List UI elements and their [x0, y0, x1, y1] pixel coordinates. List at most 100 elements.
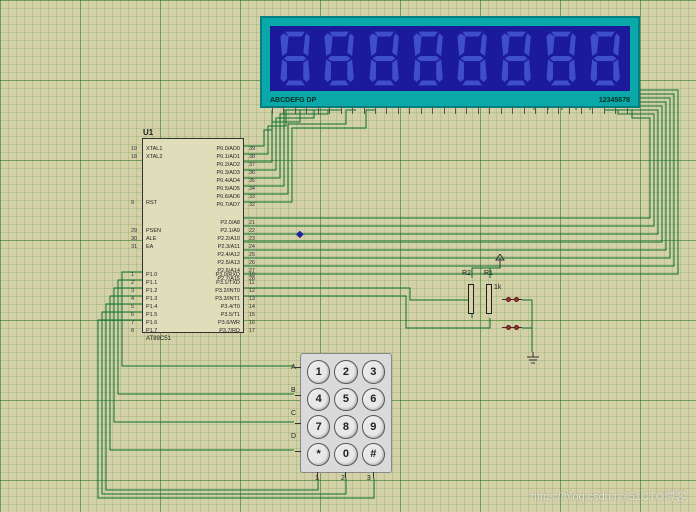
chip-pin-label: P0.5/AD5 — [216, 185, 240, 193]
chip-pin-label: P1.1 — [146, 279, 157, 287]
resistor-r2 — [468, 284, 474, 314]
keypad-key-7[interactable]: 7 — [307, 415, 330, 439]
chip-pin-label: P1.7 — [146, 327, 157, 335]
chip-pin-label: 32 — [249, 201, 255, 209]
chip-pin-label: P0.6/AD6 — [216, 193, 240, 201]
chip-pin-label: 17 — [249, 327, 255, 335]
chip-pin-label: P1.0 — [146, 271, 157, 279]
chip-pin-label: 3 — [131, 287, 134, 295]
seven-seg-digit — [542, 30, 580, 87]
chip-pin-label: 33 — [249, 193, 255, 201]
chip-pin-label: P3.1/TXD — [215, 279, 240, 287]
pullup-network: R2 R1 1k — [462, 278, 532, 368]
seven-seg-digit — [497, 30, 535, 87]
vcc-symbol — [494, 254, 506, 268]
chip-pin-label: 24 — [249, 243, 255, 251]
chip-pin-label: P3.7/RD — [215, 327, 240, 335]
chip-pin-label: 5 — [131, 303, 134, 311]
seven-seg-digit — [409, 30, 447, 87]
chip-pin-label: P3.0/RXD — [215, 271, 240, 279]
chip-pin-label: P0.0/AD0 — [216, 145, 240, 153]
chip-pin-label: 22 — [249, 227, 255, 235]
keypad-key-0[interactable]: 0 — [334, 443, 357, 467]
seven-seg-digit — [276, 30, 314, 87]
chip-pin-label: 29 — [131, 227, 137, 235]
chip-model: AT89C51 — [146, 336, 171, 342]
chip-pin-label: P3.2/INT0 — [215, 287, 240, 295]
seven-seg-digit — [320, 30, 358, 87]
chip-pin-label: 16 — [249, 319, 255, 327]
chip-pin-label: 21 — [249, 219, 255, 227]
chip-pin-label: P2.0/A8 — [217, 219, 240, 227]
keypad-key-1[interactable]: 1 — [307, 360, 330, 384]
chip-pin-label: 31 — [131, 243, 137, 251]
chip-pin-label: 1 — [131, 271, 134, 279]
chip-pin-label: 4 — [131, 295, 134, 303]
keypad-key-9[interactable]: 9 — [362, 415, 385, 439]
chip-pin-label: 39 — [249, 145, 255, 153]
pushbutton-2[interactable] — [502, 324, 522, 332]
chip-pin-label: P1.4 — [146, 303, 157, 311]
keypad-key-8[interactable]: 8 — [334, 415, 357, 439]
matrix-keypad: 123456789*0# ABCD 123 — [300, 353, 392, 473]
chip-pin-label: 8 — [131, 327, 134, 335]
pushbutton-1[interactable] — [502, 296, 522, 304]
keypad-key-#[interactable]: # — [362, 443, 385, 467]
chip-pin-label: XTAL2 — [146, 153, 162, 161]
chip-pin-label: 13 — [249, 295, 255, 303]
keypad-key-4[interactable]: 4 — [307, 388, 330, 412]
chip-pin-label: 30 — [131, 235, 137, 243]
chip-pin-label: P3.6/WR — [215, 319, 240, 327]
display-seg-labels: ABCDEFG DP — [270, 97, 316, 104]
seven-seg-digit — [586, 30, 624, 87]
keypad-key-2[interactable]: 2 — [334, 360, 357, 384]
keypad-key-5[interactable]: 5 — [334, 388, 357, 412]
chip-pin-label: 36 — [249, 169, 255, 177]
chip-pin-label: 2 — [131, 279, 134, 287]
chip-pin-label: 14 — [249, 303, 255, 311]
chip-pin-label: 9 — [131, 199, 134, 207]
chip-pin-label: P1.2 — [146, 287, 157, 295]
microcontroller-chip: U1 XTAL1XTAL2 RST PSENALEEA P1.0P1.1P1.2… — [142, 138, 244, 333]
chip-pin-label: P1.5 — [146, 311, 157, 319]
chip-pin-label: P1.3 — [146, 295, 157, 303]
chip-pin-label: P0.4/AD4 — [216, 177, 240, 185]
chip-pin-label: P2.4/A12 — [217, 251, 240, 259]
chip-pin-label: 23 — [249, 235, 255, 243]
chip-pin-label: 38 — [249, 153, 255, 161]
seven-seg-digit — [365, 30, 403, 87]
chip-pin-label: P0.1/AD1 — [216, 153, 240, 161]
keypad-key-3[interactable]: 3 — [362, 360, 385, 384]
chip-pin-label: P2.2/A10 — [217, 235, 240, 243]
r1-val: 1k — [494, 284, 501, 291]
chip-pin-label: P2.5/A13 — [217, 259, 240, 267]
chip-pin-label: P0.3/AD3 — [216, 169, 240, 177]
chip-pin-label: 11 — [249, 279, 255, 287]
chip-pin-label: 37 — [249, 161, 255, 169]
ground-symbol — [526, 352, 540, 371]
chip-pin-label: RST — [146, 199, 157, 207]
r2-ref: R2 — [462, 270, 471, 277]
chip-pin-label: 7 — [131, 319, 134, 327]
chip-pin-label: 18 — [131, 153, 137, 161]
keypad-key-*[interactable]: * — [307, 443, 330, 467]
display-digit-labels: 12345678 — [599, 97, 630, 104]
chip-pin-label: P3.4/T0 — [215, 303, 240, 311]
chip-pin-label: PSEN — [146, 227, 161, 235]
chip-pin-label: P3.3/INT1 — [215, 295, 240, 303]
chip-pin-label: XTAL1 — [146, 145, 162, 153]
chip-pin-label: P3.5/T1 — [215, 311, 240, 319]
chip-pin-label: 34 — [249, 185, 255, 193]
chip-pin-label: 26 — [249, 259, 255, 267]
r1-ref: R1 — [484, 270, 493, 277]
chip-pin-label: 12 — [249, 287, 255, 295]
resistor-r1 — [486, 284, 492, 314]
chip-pin-label: 25 — [249, 251, 255, 259]
chip-pin-label: EA — [146, 243, 161, 251]
keypad-key-6[interactable]: 6 — [362, 388, 385, 412]
chip-pin-label: ALE — [146, 235, 161, 243]
chip-pin-label: P0.7/AD7 — [216, 201, 240, 209]
chip-pin-label: 15 — [249, 311, 255, 319]
chip-pin-label: 6 — [131, 311, 134, 319]
chip-pin-label: P2.1/A9 — [217, 227, 240, 235]
